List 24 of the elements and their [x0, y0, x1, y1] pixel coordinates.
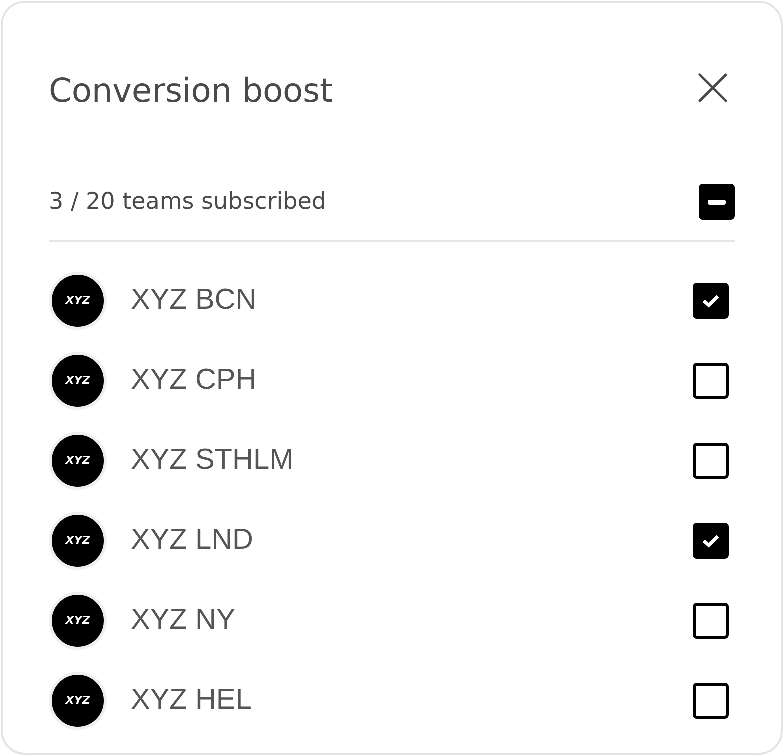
- team-name: XYZ BCN: [131, 283, 258, 318]
- team-logo: XYZ: [49, 512, 107, 570]
- team-checkbox[interactable]: [693, 603, 729, 639]
- dialog-title: Conversion boost: [49, 70, 333, 112]
- check-icon: [702, 534, 720, 548]
- team-name: XYZ HEL: [131, 683, 253, 718]
- team-name: XYZ LND: [131, 523, 254, 558]
- team-checkbox[interactable]: [693, 683, 729, 719]
- team-checkbox[interactable]: [693, 283, 729, 319]
- team-checkbox[interactable]: [693, 443, 729, 479]
- team-logo: XYZ: [49, 432, 107, 490]
- team-logo: XYZ: [49, 592, 107, 650]
- team-name: XYZ CPH: [131, 363, 258, 398]
- minus-icon: [708, 200, 726, 204]
- team-name: XYZ STHLM: [131, 443, 295, 478]
- select-all-checkbox[interactable]: [699, 184, 735, 220]
- check-icon: [702, 294, 720, 308]
- team-logo: XYZ: [49, 672, 107, 730]
- team-logo: XYZ: [49, 352, 107, 410]
- team-logo: XYZ: [49, 272, 107, 330]
- team-checkbox[interactable]: [693, 523, 729, 559]
- team-name: XYZ NY: [131, 603, 237, 638]
- subscription-count: 3 / 20 teams subscribed: [49, 188, 327, 217]
- team-checkbox[interactable]: [693, 363, 729, 399]
